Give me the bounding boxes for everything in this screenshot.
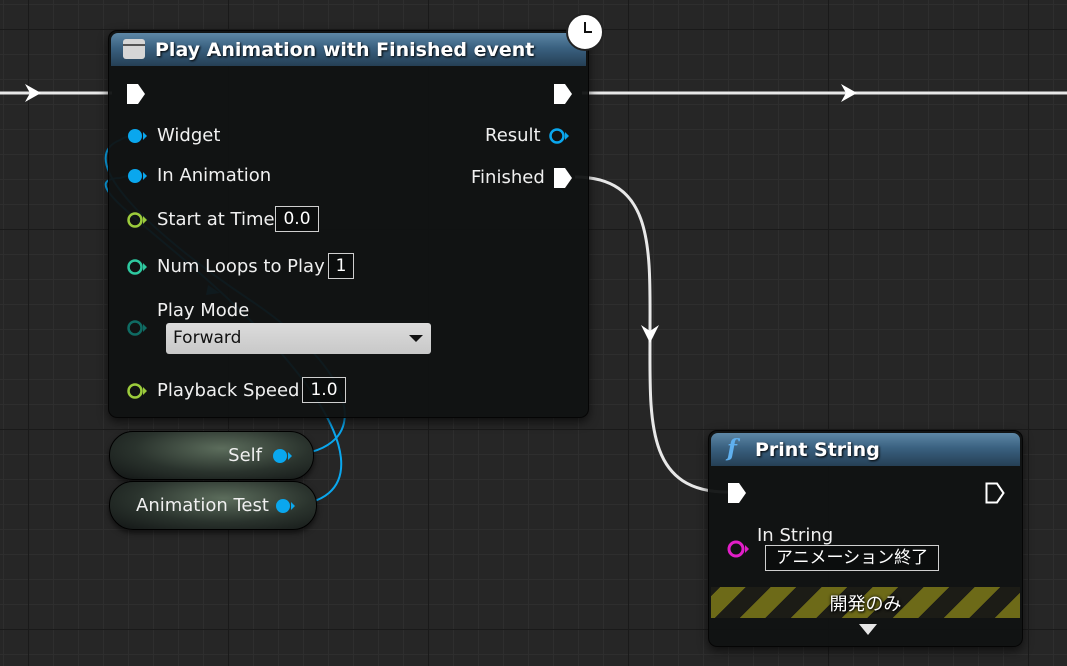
play-mode-value: Forward [173,328,242,348]
exec-out-pin[interactable] [985,482,1005,504]
in-animation-pin[interactable] [126,166,148,186]
finished-label: Finished [471,167,545,188]
playback-speed-input[interactable]: 1.0 [302,377,346,403]
development-only-label: 開発のみ [829,594,902,615]
node-title: Play Animation with Finished event [155,39,535,61]
in-string-pin[interactable] [726,538,750,560]
clock-icon [566,13,604,51]
in-string-input[interactable]: アニメーション終了 [765,545,939,571]
num-loops-pin[interactable] [126,257,148,277]
exec-out-pin[interactable] [553,83,573,105]
num-loops-label: Num Loops to Play [157,256,325,277]
development-only-banner: 開発のみ [711,587,1020,618]
in-string-label: In String [757,525,834,546]
exec-in-pin[interactable] [727,482,747,504]
start-at-time-input[interactable]: 0.0 [275,206,319,232]
widget-icon [123,39,145,59]
self-variable-node[interactable]: Self [109,431,314,480]
finished-exec-pin[interactable] [553,167,573,189]
node-header[interactable]: Play Animation with Finished event [111,33,586,66]
start-at-time-label: Start at Time [157,209,275,230]
node-header[interactable]: f Print String [711,433,1020,466]
widget-pin[interactable] [126,126,148,146]
animation-test-variable-node[interactable]: Animation Test [109,481,317,530]
play-animation-node[interactable]: Play Animation with Finished event Widge… [108,13,604,418]
chevron-down-icon [409,335,423,342]
start-at-time-pin[interactable] [126,210,148,230]
function-icon: f [727,435,737,462]
exec-in-pin[interactable] [126,83,146,105]
expand-arrow-icon[interactable] [859,624,877,635]
play-mode-label: Play Mode [157,300,250,321]
self-pin[interactable] [271,446,295,466]
self-label: Self [228,445,262,466]
num-loops-input[interactable]: 1 [328,253,354,279]
play-mode-pin[interactable] [126,318,148,338]
playback-speed-pin[interactable] [126,381,148,401]
result-pin[interactable] [547,126,571,146]
result-label: Result [485,125,541,146]
widget-label: Widget [157,125,221,146]
node-title: Print String [755,439,880,461]
play-mode-dropdown[interactable]: Forward [166,323,431,354]
in-animation-label: In Animation [157,165,272,186]
animation-test-label: Animation Test [136,495,269,516]
playback-speed-label: Playback Speed [157,380,300,401]
print-string-node[interactable]: f Print String In String アニメーション終了 開発のみ [708,430,1023,647]
animation-test-pin[interactable] [274,496,298,516]
